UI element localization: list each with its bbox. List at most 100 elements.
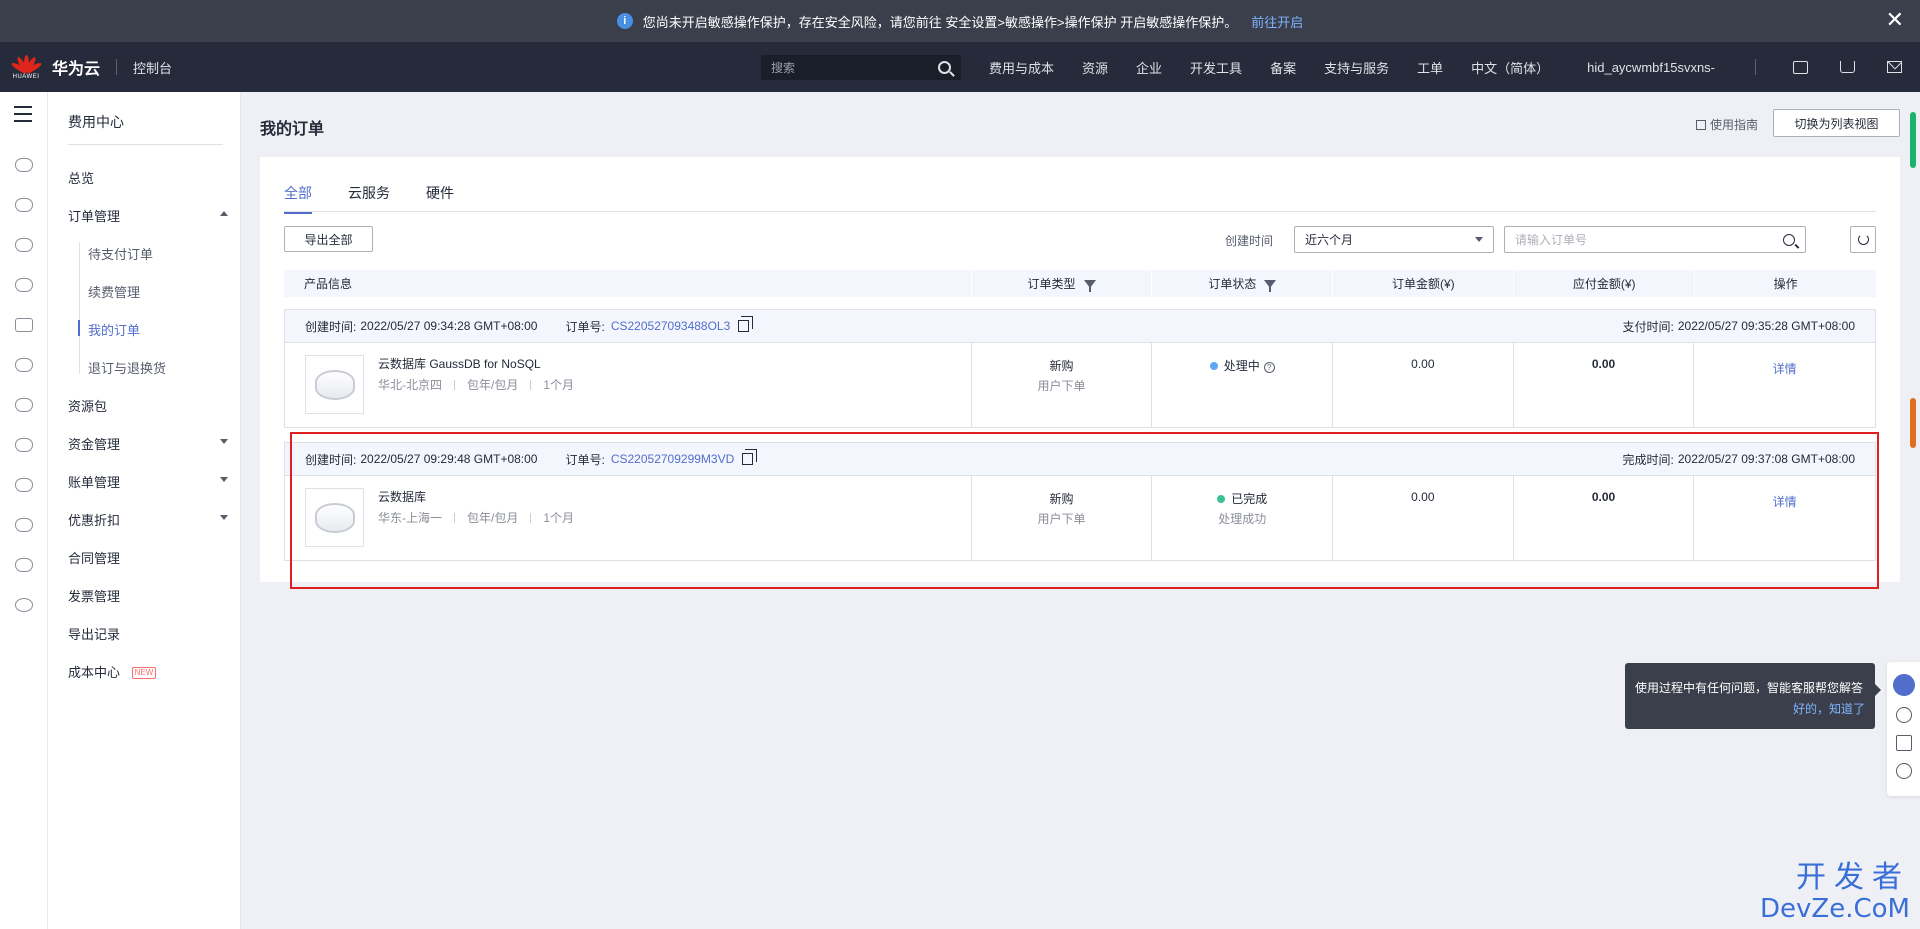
service-icon-6[interactable]	[15, 358, 33, 372]
service-icon-4[interactable]	[15, 278, 33, 292]
service-icon-11[interactable]	[15, 558, 33, 572]
mail-icon[interactable]	[1887, 61, 1902, 73]
nav-enterprise[interactable]: 企业	[1122, 58, 1176, 77]
details-link[interactable]: 详情	[1773, 493, 1797, 510]
side-menu-title: 费用中心	[68, 114, 124, 130]
period-select[interactable]: 近六个月	[1294, 226, 1494, 253]
menu-resource-package[interactable]: 资源包	[68, 396, 228, 415]
help-icon[interactable]	[1896, 707, 1912, 723]
nav-language[interactable]: 中文（简体）	[1457, 58, 1563, 77]
scroll-indicator-green	[1910, 112, 1916, 168]
search-placeholder: 搜索	[771, 61, 796, 75]
tab-all[interactable]: 全部	[284, 183, 312, 214]
user-guide-label: 使用指南	[1710, 118, 1759, 132]
order-number-link[interactable]: CS220527093488OL3	[611, 319, 730, 333]
nav-cost[interactable]: 费用与成本	[975, 58, 1068, 77]
menu-icon[interactable]	[14, 106, 32, 127]
huawei-logo[interactable]: HUAWEI	[8, 49, 44, 85]
filter-icon[interactable]	[1083, 279, 1096, 292]
service-icon-2[interactable]	[15, 198, 33, 212]
refresh-button[interactable]	[1850, 226, 1876, 253]
cloud-shell-icon[interactable]	[1793, 60, 1808, 74]
order-status: 处理中?	[1152, 357, 1332, 374]
product-thumbnail	[305, 488, 364, 547]
order-tabs: 全部 云服务 硬件	[284, 183, 454, 214]
order-status-cell: 已完成 处理成功	[1152, 476, 1334, 560]
nav-support[interactable]: 支持与服务	[1310, 58, 1403, 77]
notice-enable-link[interactable]: 前往开启	[1251, 12, 1303, 31]
pay-time-label: 支付时间:	[1622, 319, 1674, 334]
order-number-search-input[interactable]: 请输入订单号	[1504, 226, 1806, 253]
service-icon-10[interactable]	[15, 518, 33, 532]
menu-fund-management[interactable]: 资金管理	[68, 434, 228, 453]
nav-filing[interactable]: 备案	[1256, 58, 1310, 77]
console-link[interactable]: 控制台	[133, 58, 172, 77]
copy-icon[interactable]	[738, 316, 754, 332]
service-icon-7[interactable]	[15, 398, 33, 412]
col-order-status-label: 订单状态	[1208, 277, 1257, 291]
menu-my-orders[interactable]: 我的订单	[88, 320, 248, 339]
menu-invoices[interactable]: 发票管理	[68, 586, 228, 605]
top-nav: 费用与成本 资源 企业 开发工具 备案 支持与服务 工单 中文（简体） hid_…	[975, 42, 1729, 92]
tooltip-ack-link[interactable]: 好的，知道了	[1635, 700, 1865, 717]
smiley-icon[interactable]	[1896, 763, 1912, 779]
security-notice-bar: i 您尚未开启敏感操作保护，存在安全风险，请您前往 安全设置>敏感操作>操作保护…	[0, 0, 1920, 42]
order-type-cell: 新购 用户下单	[972, 343, 1153, 427]
service-icon-rail	[0, 92, 48, 929]
menu-refund[interactable]: 退订与退换货	[88, 358, 248, 377]
service-icon-3[interactable]	[15, 238, 33, 252]
devze-watermark: 开发者 DevZe.CoM	[1760, 861, 1910, 924]
menu-discounts[interactable]: 优惠折扣	[68, 510, 228, 529]
nav-devtools[interactable]: 开发工具	[1176, 58, 1256, 77]
menu-order-management[interactable]: 订单管理	[68, 206, 228, 225]
service-icon-9[interactable]	[15, 478, 33, 492]
order-type: 新购	[1049, 492, 1074, 506]
headset-icon[interactable]	[1893, 674, 1915, 696]
col-order-status[interactable]: 订单状态	[1152, 270, 1334, 297]
side-menu-divider	[68, 144, 223, 145]
status-dot	[1209, 362, 1218, 370]
top-header: HUAWEI 华为云 控制台 搜索 费用与成本 资源 企业 开发工具 备案 支持…	[0, 42, 1920, 92]
user-account-menu[interactable]: hid_aycwmbf15svxns-	[1573, 60, 1729, 75]
filter-icon[interactable]	[1264, 279, 1277, 292]
service-icon-5[interactable]	[15, 318, 33, 332]
menu-pending-orders[interactable]: 待支付订单	[88, 244, 248, 263]
nav-resources[interactable]: 资源	[1068, 58, 1122, 77]
close-icon[interactable]: ✕	[1886, 9, 1904, 31]
edit-icon	[1696, 120, 1706, 130]
export-all-button[interactable]: 导出全部	[284, 226, 373, 252]
service-icon-8[interactable]	[15, 438, 33, 452]
global-search-input[interactable]: 搜索	[761, 55, 961, 80]
order-number-link[interactable]: CS22052709299M3VD	[611, 452, 734, 466]
feedback-icon[interactable]	[1896, 735, 1912, 751]
search-icon[interactable]	[938, 61, 951, 74]
tab-cloud-services[interactable]: 云服务	[348, 183, 390, 214]
order-header: 创建时间: 2022/05/27 09:34:28 GMT+08:00 订单号:…	[285, 310, 1875, 343]
scroll-indicator-orange	[1910, 398, 1916, 448]
menu-contracts[interactable]: 合同管理	[68, 548, 228, 567]
col-order-amount: 订单金额(¥)	[1333, 270, 1515, 297]
menu-overview[interactable]: 总览	[68, 168, 228, 187]
tab-hardware[interactable]: 硬件	[426, 183, 454, 214]
brand-name[interactable]: 华为云	[52, 55, 100, 79]
details-link[interactable]: 详情	[1773, 360, 1797, 377]
cart-icon[interactable]	[1840, 61, 1855, 73]
menu-bill-management[interactable]: 账单管理	[68, 472, 228, 491]
service-icon-1[interactable]	[15, 158, 33, 172]
switch-list-view-button[interactable]: 切换为列表视图	[1773, 109, 1900, 137]
user-guide-link[interactable]: 使用指南	[1696, 116, 1758, 133]
menu-export-records[interactable]: 导出记录	[68, 624, 228, 643]
menu-cost-center[interactable]: 成本中心 NEW	[68, 662, 228, 681]
billing-side-menu: 费用中心 总览 订单管理 待支付订单 续费管理 我的订单 退订与退换货 资源包 …	[48, 92, 241, 929]
nav-ticket[interactable]: 工单	[1403, 58, 1457, 77]
menu-renewal[interactable]: 续费管理	[88, 282, 248, 301]
product-info-cell: 云数据库 GaussDB for NoSQL 华北-北京四 包年/包月 1个月	[285, 343, 972, 427]
create-time-label: 创建时间	[1225, 234, 1274, 248]
help-icon[interactable]: ?	[1263, 362, 1275, 373]
chevron-down-icon	[220, 477, 228, 482]
col-order-type[interactable]: 订单类型	[972, 270, 1153, 297]
copy-icon[interactable]	[742, 449, 758, 465]
globe-icon[interactable]	[15, 598, 33, 612]
search-icon[interactable]	[1783, 233, 1795, 246]
order-row: 云数据库 GaussDB for NoSQL 华北-北京四 包年/包月 1个月 新购…	[285, 343, 1875, 427]
